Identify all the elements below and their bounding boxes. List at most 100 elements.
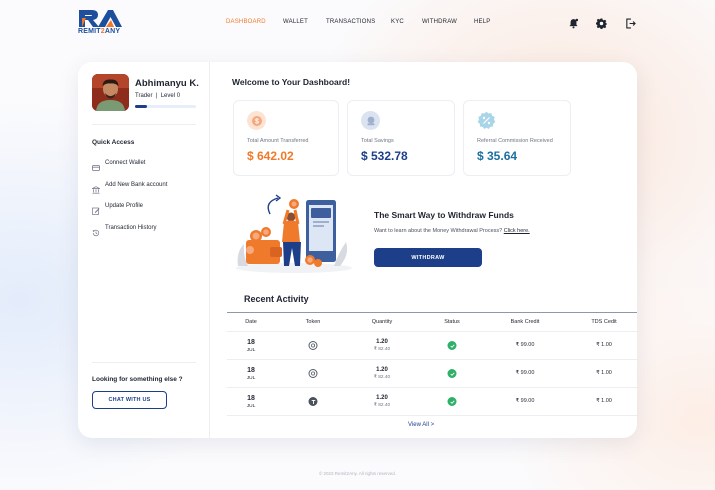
quick-access-update-profile[interactable]: Update Profile bbox=[92, 201, 144, 215]
brand-name-part: REMIT bbox=[78, 28, 101, 35]
stat-value: $ 532.78 bbox=[361, 149, 408, 163]
tether-icon bbox=[308, 397, 318, 406]
stat-card-total-transferred: $ Total Amount Transferred $ 642.02 bbox=[233, 100, 339, 176]
status-cell bbox=[447, 397, 457, 406]
stat-value: $ 642.02 bbox=[247, 149, 294, 163]
level-text: Level 0 bbox=[160, 93, 181, 99]
nav-dashboard[interactable]: DASHBOARD bbox=[226, 19, 266, 25]
quick-access-connect-wallet[interactable]: Connect Wallet bbox=[92, 158, 146, 171]
page-title: Welcome to Your Dashboard! bbox=[232, 77, 351, 87]
stat-value: $ 35.64 bbox=[477, 149, 518, 163]
nav-transactions[interactable]: TRANSACTIONS bbox=[326, 19, 375, 25]
tds-credit-cell: ₹ 1.00 bbox=[596, 398, 612, 404]
chat-with-us-button[interactable]: CHAT WITH US bbox=[92, 391, 167, 409]
svg-text:$: $ bbox=[255, 118, 259, 125]
token-cell bbox=[308, 397, 318, 406]
quantity-value: 1.20 bbox=[376, 339, 388, 345]
quantity-cell: 1.20 ₹ 82.40 bbox=[374, 394, 390, 409]
history-icon bbox=[92, 224, 100, 237]
table-row[interactable]: 18 JUL 1.20 ₹ 82.40 ₹ 99.00 ₹ 1.00 bbox=[227, 332, 637, 360]
user-role: Trader | Level 0 bbox=[135, 93, 181, 99]
brand-name-part: ANY bbox=[104, 28, 121, 35]
table-header: Date Token Quantity Status Bank Credit T… bbox=[227, 312, 637, 332]
success-check-icon bbox=[447, 341, 457, 350]
bank-icon bbox=[91, 181, 101, 194]
withdraw-illustration bbox=[234, 192, 352, 274]
success-check-icon bbox=[447, 369, 457, 378]
dashboard-card: Abhimanyu K. Trader | Level 0 Quick Acce… bbox=[78, 62, 637, 438]
quick-access-label: Update Profile bbox=[105, 203, 144, 209]
column-header-bank-credit: Bank Credit bbox=[510, 319, 540, 325]
status-cell bbox=[447, 369, 457, 378]
level-progress-bar bbox=[135, 105, 196, 108]
help-title: Looking for something else ? bbox=[92, 376, 183, 383]
quantity-inr: ₹ 82.40 bbox=[373, 347, 391, 352]
promo-text: Want to learn about the Money Withdrawal… bbox=[374, 228, 530, 234]
tds-credit-cell: ₹ 1.00 bbox=[596, 342, 612, 348]
quantity-inr: ₹ 82.40 bbox=[373, 375, 391, 380]
divider bbox=[92, 124, 196, 125]
wallet-icon bbox=[92, 159, 100, 171]
date-cell: 18 JUL bbox=[247, 366, 256, 382]
nav-kyc[interactable]: KYC bbox=[391, 19, 404, 25]
quantity-cell: 1.20 ₹ 82.40 bbox=[374, 366, 390, 381]
stat-label: Referral Commission Received bbox=[477, 138, 553, 144]
quick-access-label: Connect Wallet bbox=[105, 160, 146, 166]
view-all-link[interactable]: View All > bbox=[408, 422, 434, 428]
user-name: Abhimanyu K. bbox=[135, 78, 199, 89]
stat-label: Total Savings bbox=[361, 138, 394, 144]
token-coin-icon bbox=[308, 369, 318, 378]
promo-link[interactable]: Click here. bbox=[504, 228, 530, 234]
table-row[interactable]: 18 JUL 1.20 ₹ 82.40 ₹ 99.00 ₹ 1.00 bbox=[227, 360, 637, 388]
stat-card-total-savings: Total Savings $ 532.78 bbox=[347, 100, 455, 176]
quick-access-add-bank[interactable]: Add New Bank account bbox=[91, 180, 168, 194]
bell-icon[interactable] bbox=[568, 16, 579, 29]
column-header-token: Token bbox=[305, 319, 321, 325]
main-nav: DASHBOARD WALLET TRANSACTIONS KYC WITHDR… bbox=[0, 19, 715, 29]
gear-icon[interactable] bbox=[596, 16, 607, 29]
quantity-inr: ₹ 82.40 bbox=[373, 403, 391, 408]
recent-activity-table: Date Token Quantity Status Bank Credit T… bbox=[227, 312, 637, 416]
column-header-date: Date bbox=[245, 319, 257, 325]
stat-card-referral-commission: Referral Commission Received $ 35.64 bbox=[463, 100, 571, 176]
token-cell bbox=[308, 341, 318, 350]
stat-label: Total Amount Transferred bbox=[247, 138, 309, 144]
recent-activity-title: Recent Activity bbox=[244, 294, 309, 304]
quantity-value: 1.20 bbox=[376, 367, 388, 373]
withdraw-button[interactable]: WITHDRAW bbox=[374, 248, 482, 267]
promo-title: The Smart Way to Withdraw Funds bbox=[374, 210, 514, 220]
column-header-tds-credit: TDS Cedit bbox=[591, 319, 617, 325]
table-row[interactable]: 18 JUL 1.20 ₹ 82.40 ₹ 99.00 ₹ 1.00 bbox=[227, 388, 637, 416]
column-header-quantity: Quantity bbox=[371, 319, 393, 325]
date-day: 18 bbox=[247, 395, 255, 402]
bank-credit-cell: ₹ 99.00 bbox=[515, 342, 535, 348]
date-month: JUL bbox=[246, 348, 256, 353]
tds-credit-cell: ₹ 1.00 bbox=[596, 370, 612, 376]
bank-credit-cell: ₹ 99.00 bbox=[515, 398, 535, 404]
level-progress-fill bbox=[135, 105, 148, 108]
nav-withdraw[interactable]: WITHDRAW bbox=[422, 19, 457, 25]
quantity-value: 1.20 bbox=[376, 395, 388, 401]
role-text: Trader bbox=[135, 93, 153, 99]
savings-icon bbox=[361, 111, 380, 130]
token-cell bbox=[308, 369, 318, 378]
token-coin-icon bbox=[308, 341, 318, 350]
quick-access-title: Quick Access bbox=[92, 139, 135, 146]
date-month: JUL bbox=[246, 404, 256, 409]
brand-name: REMIT2ANY bbox=[78, 28, 120, 35]
percent-badge-icon bbox=[477, 111, 496, 130]
nav-help[interactable]: HELP bbox=[474, 19, 490, 25]
status-cell bbox=[447, 341, 457, 350]
top-header: REMIT2ANY DASHBOARD WALLET TRANSACTIONS … bbox=[0, 0, 715, 44]
logout-icon[interactable] bbox=[625, 16, 636, 29]
avatar bbox=[92, 74, 129, 111]
success-check-icon bbox=[447, 397, 457, 406]
quick-access-label: Add New Bank account bbox=[105, 182, 168, 188]
nav-wallet[interactable]: WALLET bbox=[283, 19, 308, 25]
divider bbox=[92, 362, 196, 363]
column-header-status: Status bbox=[444, 319, 460, 325]
edit-icon bbox=[92, 202, 100, 215]
date-month: JUL bbox=[246, 376, 256, 381]
dollar-coin-icon: $ bbox=[247, 111, 266, 130]
quick-access-transaction-history[interactable]: Transaction History bbox=[92, 223, 156, 237]
